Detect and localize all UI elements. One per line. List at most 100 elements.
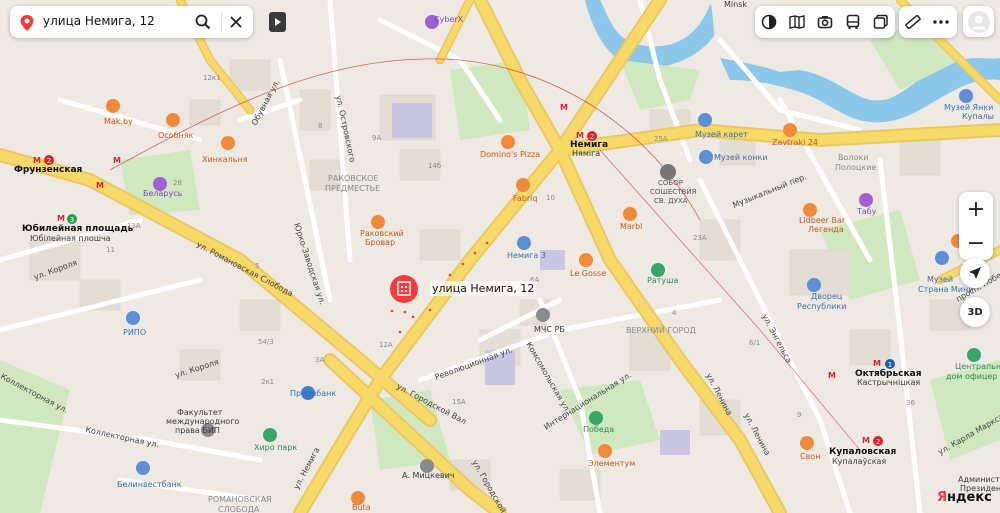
logo-letter: Я [937, 490, 948, 505]
map-label-dominos: Domino's Pizza [480, 150, 540, 159]
3d-button[interactable]: 3D [960, 297, 990, 327]
geolocation-button[interactable] [960, 258, 990, 288]
map-label-num-6-1: 6/1 [749, 339, 760, 347]
map-label-num-8: 8 [318, 122, 322, 130]
panorama-button[interactable] [811, 8, 839, 36]
map-label-lidbeer1: Lidbeer Bar [799, 216, 846, 225]
logo-text: ндекс [947, 490, 992, 505]
food-icon [221, 136, 235, 150]
transport-button[interactable] [839, 8, 867, 36]
camera-icon [817, 16, 833, 29]
map-label-num-12x1: 12к1 [203, 74, 221, 82]
map-label-num-15a: 15А [452, 398, 466, 406]
museum-icon [698, 113, 712, 127]
map-label-pobeda: Победа [583, 425, 614, 434]
museum-icon [959, 89, 973, 103]
map-label-sobor2: СОШЕСТВИЯ [650, 188, 697, 196]
layers-icon [761, 14, 777, 30]
svg-text:3: 3 [70, 216, 74, 224]
map-label-nemiga3: Немига 3 [507, 251, 546, 260]
map-label-yubil2: Юбілейная плошча [30, 234, 111, 243]
food-icon [166, 113, 180, 127]
map-label-mitskevich: А. Мицкевич [402, 471, 455, 480]
building-icon [126, 311, 140, 325]
map-label-muz-kart: Музей карет [695, 130, 748, 139]
map-canvas[interactable]: 2 2 3 1 2 MMM MMM MMM CyberX Minsk Mak.b… [0, 0, 1000, 513]
user-avatar-button[interactable] [963, 6, 994, 37]
more-button[interactable] [927, 8, 955, 36]
more-icon [933, 20, 949, 24]
food-icon [579, 253, 593, 267]
map-label-belinvest: Белинвестбанк [117, 480, 182, 489]
building-icon [967, 348, 981, 362]
search-button[interactable] [193, 12, 213, 32]
map-label-volki1: Волоки [838, 153, 868, 162]
map-label-num-3a: 3А [315, 356, 324, 364]
map-label-admin1: Администра [958, 475, 1000, 484]
map-label-yubil1: Юбилейная площадь [22, 223, 134, 234]
location-marker[interactable] [390, 275, 418, 303]
map-label-num-23a: 23А [693, 234, 707, 242]
map-label-romanov1: РОМАНОВСКАЯ [208, 495, 272, 504]
map-label-lidbeer2: Легенда [808, 225, 844, 234]
map-label-tsentr1: Центральн [955, 362, 1000, 371]
map-label-mchs: МЧС РБ [534, 325, 565, 334]
map-label-priorbank: Приорбанк [290, 389, 336, 398]
food-icon [623, 207, 637, 221]
map-label-tabu: Табу [856, 207, 877, 216]
close-icon [230, 16, 242, 28]
building-icon [807, 278, 821, 292]
map-label-frunzenskaya: Фрунзенская [14, 165, 83, 175]
svg-text:2: 2 [47, 157, 51, 165]
svg-text:M: M [113, 156, 121, 165]
svg-text:M: M [828, 371, 836, 380]
museum-icon [699, 150, 713, 164]
map-label-rakov1: РАКОВСКОЕ [328, 174, 378, 183]
food-icon [371, 215, 385, 229]
map-label-elementum: Элементум [588, 459, 635, 468]
svg-text:M: M [873, 359, 881, 368]
food-icon [803, 203, 817, 217]
map-label-kup2: Купалаўская [832, 457, 886, 466]
traffic-button[interactable] [783, 8, 811, 36]
map-label-rakov-brovar2: Бровар [365, 238, 395, 247]
map-label-num-2k1: 2к1 [261, 378, 274, 386]
museum-icon [935, 251, 949, 265]
map-label-dvorets1: Дворец [811, 292, 843, 301]
search-input[interactable]: улица Немига, 12 [43, 14, 155, 28]
svg-text:2: 2 [876, 438, 880, 446]
panel-toggle-button[interactable] [269, 12, 286, 32]
map-label-volki2: Полоцкие [835, 163, 876, 172]
tiles-button[interactable] [867, 8, 895, 36]
ruler-button[interactable] [899, 8, 927, 36]
map-label-legosse: Le Gosse [570, 269, 606, 278]
map-label-verkhni: ВЕРХНИЙ ГОРОД [626, 324, 696, 335]
map-label-muz-yanki2: Купалы [962, 112, 994, 121]
layers-toolbar [755, 6, 895, 38]
tools-toolbar [899, 6, 957, 38]
map-label-muz-yanki1: Музей Янки [944, 103, 993, 112]
zoom-in-button[interactable]: + [959, 192, 993, 226]
zoom-out-button[interactable]: − [959, 226, 993, 260]
building-icon [263, 428, 277, 442]
map-label-sobor3: СВ. ДУХА [654, 197, 688, 205]
layer-style-button[interactable] [755, 8, 783, 36]
map-label-fakultet2: международного [166, 417, 239, 426]
map-label-belarus: Беларусь [143, 189, 183, 198]
marker-label[interactable]: улица Немига, 12 [430, 281, 537, 296]
svg-text:M: M [862, 436, 870, 445]
map-label-tsentr2: дом офицер [946, 372, 997, 381]
food-icon [598, 444, 612, 458]
map-label-zavtraki: Zavtraki 24 [772, 138, 818, 147]
svg-text:M: M [96, 181, 104, 190]
search-icon [195, 14, 211, 30]
map-label-num-5: 5 [255, 262, 259, 270]
chevron-right-icon [274, 18, 281, 26]
search-box[interactable]: улица Немига, 12 [10, 6, 253, 38]
map-label-rakov-brovar1: Раковский [360, 229, 404, 238]
ruler-icon [905, 14, 921, 30]
map-label-num-11: 11 [106, 246, 115, 254]
clear-button[interactable] [226, 12, 246, 32]
map-label-khiro: Хиро парк [254, 443, 297, 452]
map-label-khinkalnya: Хинкальня [202, 155, 248, 164]
